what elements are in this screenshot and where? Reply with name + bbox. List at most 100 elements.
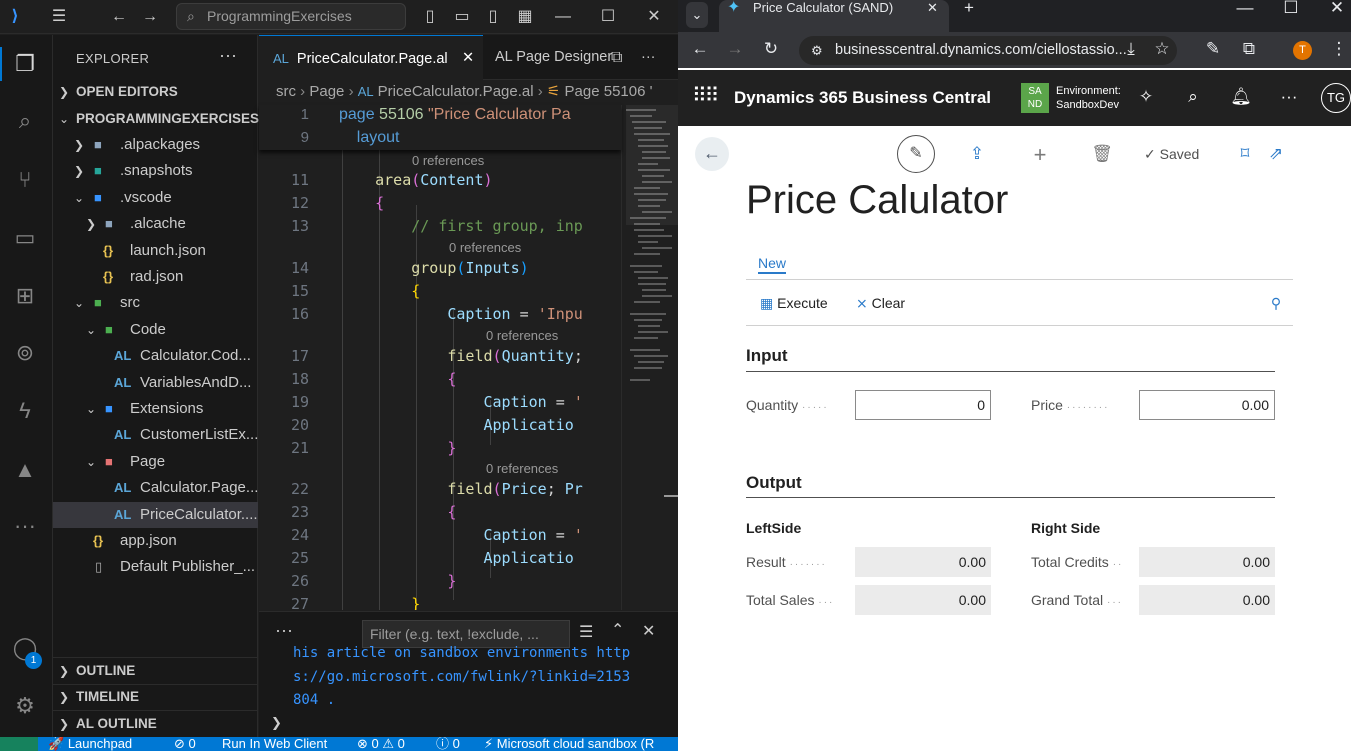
quantity-input[interactable]: 0: [855, 390, 991, 420]
app-launcher-icon[interactable]: ⠿⠿: [692, 83, 719, 108]
status-run-web-client[interactable]: Run In Web Client: [222, 737, 327, 751]
execute-button[interactable]: ▦ Execute: [760, 295, 828, 312]
remote-indicator[interactable]: [0, 737, 38, 751]
new-tab-icon[interactable]: +: [958, 0, 980, 16]
search-icon[interactable]: ⌕: [1182, 87, 1204, 107]
install-app-icon[interactable]: ⤓: [1120, 39, 1142, 59]
toggle-secondary-sidebar-icon[interactable]: ▯: [482, 6, 504, 28]
close-panel-icon[interactable]: ✕: [642, 621, 655, 641]
sticky-scroll[interactable]: 1 page 55106 "Price Calculator Pa 9 layo…: [259, 105, 621, 150]
bookmark-star-icon[interactable]: ☆: [1151, 39, 1173, 59]
split-editor-icon[interactable]: ⧉: [611, 35, 622, 80]
price-input[interactable]: 0.00: [1139, 390, 1275, 420]
total-credits-value[interactable]: 0.00: [1139, 547, 1275, 577]
tree-item-default-publisher[interactable]: ▯ Default Publisher_...: [53, 554, 258, 580]
status-info[interactable]: ⓘ 0: [436, 737, 460, 751]
share-icon[interactable]: ⇪: [966, 144, 988, 164]
tree-item-vscode[interactable]: ⌄ ■ .vscode: [53, 185, 258, 211]
browser-tab[interactable]: ✦ Price Calculator (SAND) ✕: [719, 0, 949, 32]
minimize-icon[interactable]: —: [1234, 0, 1256, 16]
azure-icon[interactable]: ▲: [10, 455, 40, 485]
forward-arrow-icon[interactable]: →: [724, 39, 746, 59]
new-record-icon[interactable]: +: [1029, 142, 1051, 168]
tree-item-pricecalculator-page[interactable]: AL PriceCalculator....: [53, 502, 258, 528]
tree-item-variables[interactable]: AL VariablesAndD...: [53, 370, 258, 396]
word-wrap-icon[interactable]: ☰: [579, 622, 593, 642]
toggle-panel-icon[interactable]: ▭: [451, 6, 473, 28]
tree-item-snapshots[interactable]: ❯ ■ .snapshots: [53, 158, 258, 184]
tree-item-page[interactable]: ⌄ ■ Page: [53, 449, 258, 475]
extensions-icon[interactable]: ⧉: [1238, 39, 1260, 59]
total-sales-value[interactable]: 0.00: [855, 585, 991, 615]
breadcrumb-item[interactable]: Page 55106 ': [565, 83, 653, 100]
tree-item-launch-json[interactable]: {} launch.json: [53, 238, 258, 264]
settings-more-icon[interactable]: ···: [1278, 87, 1300, 107]
tab-al-page-designer[interactable]: AL Page Designer: [495, 35, 612, 80]
tree-item-alcache[interactable]: ❯ ■ .alcache: [53, 211, 258, 237]
code-editor[interactable]: 0 references 11 area(Content) 12 { 13 //…: [259, 105, 621, 610]
breadcrumb-item[interactable]: src: [276, 83, 296, 100]
breadcrumb-item[interactable]: PriceCalculator.Page.al: [378, 83, 534, 100]
customize-layout-icon[interactable]: ▦: [514, 6, 536, 28]
codelens[interactable]: 0 references: [486, 461, 558, 476]
maximize-icon[interactable]: ☐: [1280, 0, 1302, 16]
user-avatar[interactable]: TG: [1321, 83, 1351, 113]
more-icon[interactable]: ···: [10, 511, 40, 541]
output-group-title[interactable]: Output: [746, 473, 802, 493]
close-tab-icon[interactable]: ✕: [462, 36, 474, 81]
tree-item-alpackages[interactable]: ❯ ■ .alpackages: [53, 132, 258, 158]
command-center-search[interactable]: ⌕ ProgrammingExercises: [176, 3, 406, 30]
more-actions-icon[interactable]: ···: [219, 45, 237, 66]
lightning-icon[interactable]: ϟ: [10, 396, 40, 426]
tree-item-calculator-page[interactable]: AL Calculator.Page...: [53, 475, 258, 501]
codelens[interactable]: 0 references: [412, 153, 484, 168]
tab-new[interactable]: New: [758, 254, 787, 274]
close-window-icon[interactable]: ✕: [1326, 0, 1348, 16]
workspace-section[interactable]: ⌄ PROGRAMMINGEXERCISES: [53, 106, 259, 132]
close-window-icon[interactable]: ✕: [643, 6, 665, 28]
extensions-icon[interactable]: ⊞: [10, 281, 40, 311]
site-info-icon[interactable]: ⚙: [811, 36, 823, 65]
tree-item-rad-json[interactable]: {} rad.json: [53, 264, 258, 290]
grand-total-value[interactable]: 0.00: [1139, 585, 1275, 615]
profile-avatar[interactable]: T: [1293, 41, 1312, 60]
back-arrow-icon[interactable]: ←: [689, 39, 711, 59]
explorer-icon[interactable]: ❐: [10, 49, 40, 79]
codelens[interactable]: 0 references: [486, 328, 558, 343]
tree-item-code[interactable]: ⌄ ■ Code: [53, 317, 258, 343]
status-launchpad[interactable]: 🚀 Launchpad: [48, 737, 132, 751]
delete-icon[interactable]: 🗑︎: [1091, 144, 1113, 164]
tree-item-calculator-codeunit[interactable]: AL Calculator.Cod...: [53, 343, 258, 369]
open-new-window-icon[interactable]: ⇗: [1265, 144, 1287, 164]
notifications-bell-icon[interactable]: 🔔︎: [1230, 87, 1252, 107]
reload-icon[interactable]: ↻: [760, 39, 782, 59]
status-problems[interactable]: ⊗ 0 ⚠ 0: [357, 737, 405, 751]
back-arrow-icon[interactable]: ←: [108, 6, 130, 28]
bookmark-icon[interactable]: ⌑: [1234, 144, 1256, 164]
result-value[interactable]: 0.00: [855, 547, 991, 577]
environment-badge[interactable]: SA ND: [1021, 83, 1049, 113]
status-sandbox[interactable]: ⚡ Microsoft cloud sandbox (R: [484, 737, 654, 751]
status-ports[interactable]: ⊘ 0: [174, 737, 196, 751]
minimap[interactable]: [621, 105, 678, 610]
menu-icon[interactable]: ☰: [48, 6, 70, 28]
settings-gear-icon[interactable]: ⚙: [10, 691, 40, 721]
tab-pricecalculator[interactable]: AL PriceCalculator.Page.al ✕: [259, 35, 483, 80]
al-outline-section[interactable]: ❯ AL OUTLINE: [53, 711, 258, 737]
browser-menu-icon[interactable]: ⋮: [1328, 39, 1350, 59]
close-tab-icon[interactable]: ✕: [927, 0, 938, 16]
input-group-title[interactable]: Input: [746, 346, 788, 366]
clear-button[interactable]: ⨯ Clear: [856, 295, 905, 312]
outline-section[interactable]: ❯ OUTLINE: [53, 658, 258, 684]
remote-explorer-icon[interactable]: ▭: [10, 223, 40, 253]
source-control-icon[interactable]: ⑂: [10, 165, 40, 195]
codelens[interactable]: 0 references: [449, 240, 521, 255]
copilot-icon[interactable]: ✧: [1135, 87, 1157, 107]
breadcrumb-item[interactable]: Page: [309, 83, 344, 100]
tree-item-customerlist[interactable]: AL CustomerListEx...: [53, 422, 258, 448]
git-graph-icon[interactable]: ⊚: [10, 338, 40, 368]
editor-more-icon[interactable]: ···: [641, 35, 656, 80]
app-name[interactable]: Dynamics 365 Business Central: [734, 88, 991, 108]
eyedropper-icon[interactable]: ✎: [1202, 39, 1224, 59]
back-button[interactable]: ←: [695, 137, 729, 171]
